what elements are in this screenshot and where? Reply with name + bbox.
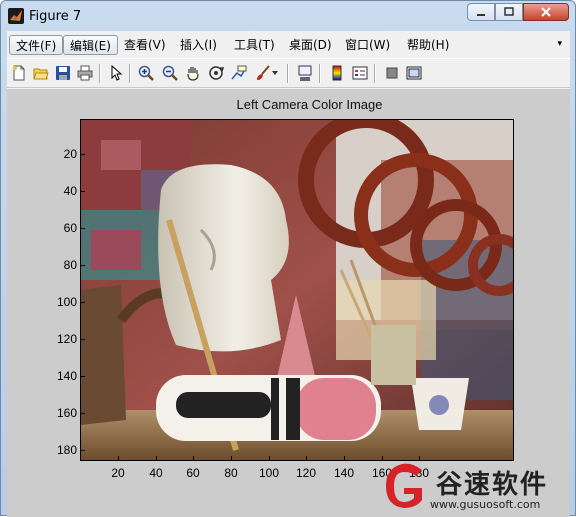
maximize-button[interactable] [495,3,523,21]
y-tick-label: 20 [63,147,77,161]
select-arrow-icon[interactable] [106,63,126,83]
x-tickmark [118,456,119,461]
figure-toolbar [7,58,570,88]
x-tickmark [193,456,194,461]
menu-tools[interactable]: 工具(T) [228,35,281,55]
matlab-logo-icon [8,8,24,24]
menu-insert[interactable]: 插入(I) [174,35,223,55]
x-tick-label: 100 [258,466,280,480]
menu-edit[interactable]: 编辑(E) [63,35,118,55]
y-tick-label: 120 [56,332,77,346]
watermark-logo-icon [386,463,422,508]
title-bar[interactable]: Figure 7 [1,1,575,31]
y-tickmark [80,228,85,229]
menu-arrow-icon[interactable]: ▾ [557,39,562,49]
window-title: Figure 7 [29,9,82,24]
y-tick-label: 80 [63,258,77,272]
x-tickmark [382,456,383,461]
toolbar-separator [287,64,288,83]
y-tickmark [80,413,85,414]
rotate-3d-icon[interactable] [206,63,226,83]
y-tick-label: 180 [56,443,77,457]
watermark-text: 谷速软件 [436,470,549,500]
pan-hand-icon[interactable] [183,63,203,83]
show-plot-tools-icon[interactable] [404,63,424,83]
y-tickmark [80,302,85,303]
x-tickmark [231,456,232,461]
minimize-button[interactable] [467,3,495,21]
y-tickmark [80,339,85,340]
menu-window[interactable]: 窗口(W) [339,35,396,55]
x-tickmark [269,456,270,461]
plot-title: Left Camera Color Image [236,97,383,112]
y-tick-label: 160 [56,406,77,420]
menu-help[interactable]: 帮助(H) [401,35,455,55]
figure-canvas: Left Camera Color Image 20 40 60 80 100 … [7,89,570,517]
new-figure-icon[interactable] [9,63,29,83]
maximize-icon [504,7,514,16]
close-icon [541,7,551,17]
y-tickmark [80,376,85,377]
watermark-url: www.gusuosoft.com [430,498,541,511]
x-tick-label: 60 [186,466,200,480]
left-camera-image [81,120,513,460]
zoom-in-icon[interactable] [136,63,156,83]
toolbar-separator [374,64,375,83]
legend-icon[interactable] [350,63,370,83]
image-axes[interactable] [80,119,514,461]
x-tick-label: 140 [333,466,355,480]
y-tick-label: 60 [63,221,77,235]
y-tickmark [80,450,85,451]
y-tick-label: 140 [56,369,77,383]
toolbar-separator [129,64,130,83]
menu-bar: 文件(F) 编辑(E) 查看(V) 插入(I) 工具(T) 桌面(D) 窗口(W… [7,31,570,58]
y-tickmark [80,191,85,192]
x-tick-label: 20 [111,466,125,480]
menu-view[interactable]: 查看(V) [118,35,172,55]
colorbar-icon[interactable] [327,63,347,83]
watermark: 谷速软件 www.gusuosoft.com [378,462,576,516]
close-button[interactable] [523,3,569,21]
x-tickmark [306,456,307,461]
x-tickmark [156,456,157,461]
x-tick-label: 120 [295,466,317,480]
toolbar-separator [319,64,320,83]
link-plot-icon[interactable] [295,63,315,83]
save-icon[interactable] [53,63,73,83]
y-tickmark [80,265,85,266]
minimize-icon [477,14,485,16]
window-frame: Figure 7 文件(F) 编辑(E) 查看(V) 插入(I) 工具(T) 桌… [0,0,576,517]
toolbar-separator [99,64,100,83]
y-tickmark [80,154,85,155]
zoom-out-icon[interactable] [160,63,180,83]
print-icon[interactable] [75,63,95,83]
menu-file[interactable]: 文件(F) [9,35,64,55]
figure-client-area: 文件(F) 编辑(E) 查看(V) 插入(I) 工具(T) 桌面(D) 窗口(W… [7,31,570,517]
y-tick-label: 100 [56,295,77,309]
menu-desktop[interactable]: 桌面(D) [283,35,338,55]
x-tick-label: 80 [224,466,238,480]
open-file-icon[interactable] [31,63,51,83]
y-tick-label: 40 [63,184,77,198]
data-cursor-icon[interactable] [229,63,249,83]
brush-dropdown-icon[interactable] [270,63,280,83]
x-tickmark [344,456,345,461]
hide-plot-tools-icon[interactable] [382,63,402,83]
x-tickmark [419,456,420,461]
x-tick-label: 40 [149,466,163,480]
